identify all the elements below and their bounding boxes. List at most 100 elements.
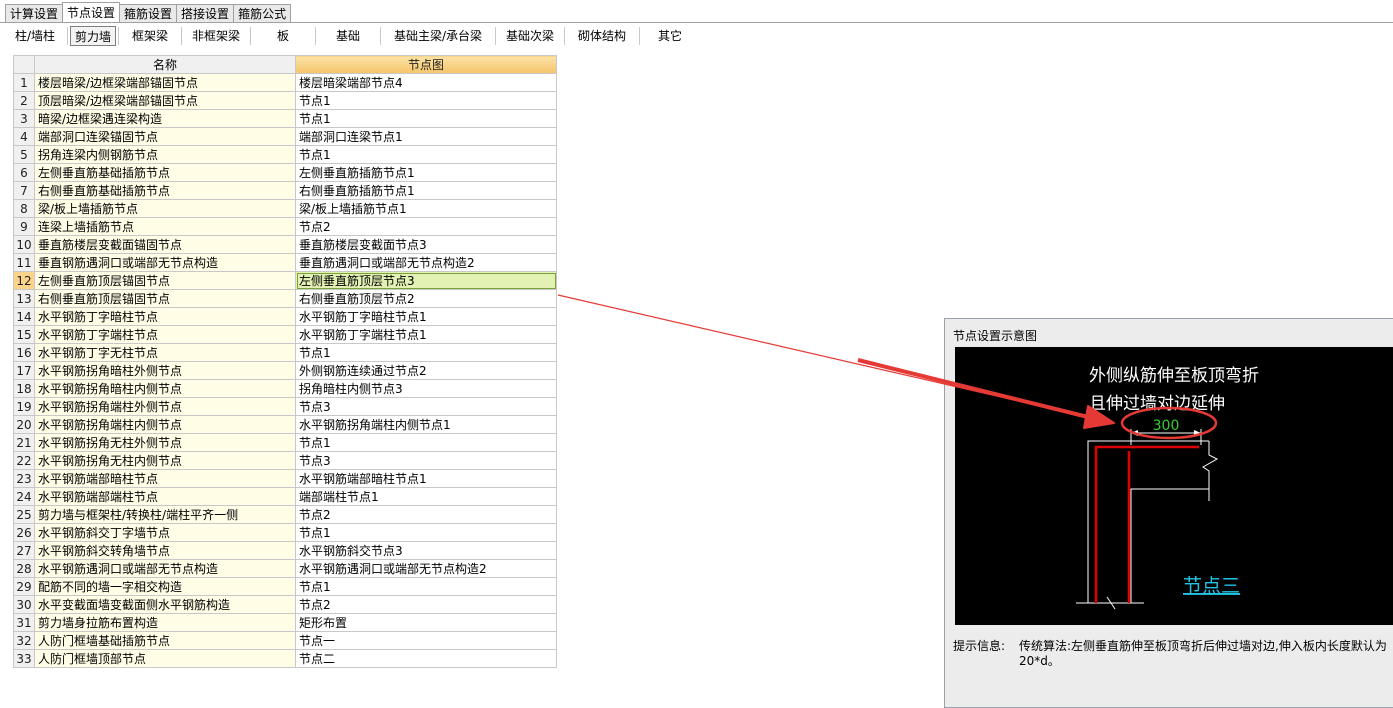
table-row[interactable]: 24 水平钢筋端部端柱节点 端部端柱节点1 xyxy=(13,487,557,506)
table-row[interactable]: 12 左侧垂直筋顶层锚固节点 左侧垂直筋顶层节点3 xyxy=(13,271,557,290)
node-value-cell[interactable]: 节点1 xyxy=(295,433,557,452)
node-value-cell[interactable]: 节点一 xyxy=(295,631,557,650)
table-row[interactable]: 4 端部洞口连梁锚固节点 端部洞口连梁节点1 xyxy=(13,127,557,146)
subtab-4[interactable]: 非框架梁 xyxy=(184,26,248,46)
tab-5[interactable]: 箍筋公式 xyxy=(233,4,292,22)
table-row[interactable]: 17 水平钢筋拐角暗柱外侧节点 外侧钢筋连续通过节点2 xyxy=(13,361,557,380)
subtab-10[interactable]: 其它 xyxy=(642,26,698,46)
table-row[interactable]: 16 水平钢筋丁字无柱节点 节点1 xyxy=(13,343,557,362)
node-value-cell[interactable]: 左侧垂直筋顶层节点3 xyxy=(295,271,557,290)
row-number: 11 xyxy=(13,253,35,272)
table-row[interactable]: 18 水平钢筋拐角暗柱内侧节点 拐角暗柱内侧节点3 xyxy=(13,379,557,398)
node-value-cell[interactable]: 垂直筋遇洞口或端部无节点构造2 xyxy=(295,253,557,272)
table-row[interactable]: 21 水平钢筋拐角无柱外侧节点 节点1 xyxy=(13,433,557,452)
subtab-5[interactable]: 板 xyxy=(253,26,313,46)
node-value-cell[interactable]: 节点2 xyxy=(295,505,557,524)
tab-2[interactable]: 节点设置 xyxy=(62,2,121,22)
table-row[interactable]: 26 水平钢筋斜交丁字墙节点 节点1 xyxy=(13,523,557,542)
table-row[interactable]: 2 顶层暗梁/边框梁端部锚固节点 节点1 xyxy=(13,91,557,110)
row-number: 5 xyxy=(13,145,35,164)
node-value-cell[interactable]: 节点3 xyxy=(295,451,557,470)
row-number: 20 xyxy=(13,415,35,434)
table-row[interactable]: 20 水平钢筋拐角端柱内侧节点 水平钢筋拐角端柱内侧节点1 xyxy=(13,415,557,434)
node-value-cell[interactable]: 水平钢筋端部暗柱节点1 xyxy=(295,469,557,488)
node-name-cell: 右侧垂直筋顶层锚固节点 xyxy=(34,289,296,308)
node-value-cell[interactable]: 右侧垂直筋顶层节点2 xyxy=(295,289,557,308)
node-name-cell: 配筋不同的墙一字相交构造 xyxy=(34,577,296,596)
node-name-cell: 水平钢筋丁字暗柱节点 xyxy=(34,307,296,326)
node-value-cell[interactable]: 节点1 xyxy=(295,145,557,164)
node-value-cell[interactable]: 节点1 xyxy=(295,523,557,542)
table-row[interactable]: 31 剪力墙身拉筋布置构造 矩形布置 xyxy=(13,613,557,632)
subtab-8[interactable]: 基础次梁 xyxy=(498,26,562,46)
node-value-cell[interactable]: 端部端柱节点1 xyxy=(295,487,557,506)
diagram-caption-line1: 外侧纵筋伸至板顶弯折 xyxy=(1089,366,1259,386)
table-row[interactable]: 15 水平钢筋丁字端柱节点 水平钢筋丁字端柱节点1 xyxy=(13,325,557,344)
node-value-cell[interactable]: 梁/板上墙插筋节点1 xyxy=(295,199,557,218)
column-header-node[interactable]: 节点图 xyxy=(295,55,557,74)
node-value-cell[interactable]: 节点二 xyxy=(295,649,557,668)
row-number: 22 xyxy=(13,451,35,470)
table-row[interactable]: 3 暗梁/边框梁遇连梁构造 节点1 xyxy=(13,109,557,128)
node-value-cell[interactable]: 节点3 xyxy=(295,397,557,416)
node-value-cell[interactable]: 节点2 xyxy=(295,217,557,236)
node-caption[interactable]: 节点三 xyxy=(1183,575,1240,597)
node-value-cell[interactable]: 拐角暗柱内侧节点3 xyxy=(295,379,557,398)
hint-text: 传统算法:左侧垂直筋伸至板顶弯折后伸过墙对边,伸入板内长度默认为20*d。 xyxy=(1019,639,1387,668)
tab-4[interactable]: 搭接设置 xyxy=(176,4,235,22)
node-settings-table: 名称 节点图 1 楼层暗梁/边框梁端部锚固节点 楼层暗梁端部节点4 2 顶层暗梁/边框梁… xyxy=(13,55,557,668)
node-value-cell[interactable]: 左侧垂直筋插筋节点1 xyxy=(295,163,557,182)
node-value-cell[interactable]: 矩形布置 xyxy=(295,613,557,632)
table-row[interactable]: 14 水平钢筋丁字暗柱节点 水平钢筋丁字暗柱节点1 xyxy=(13,307,557,326)
table-row[interactable]: 8 梁/板上墙插筋节点 梁/板上墙插筋节点1 xyxy=(13,199,557,218)
table-row[interactable]: 7 右侧垂直筋基础插筋节点 右侧垂直筋插筋节点1 xyxy=(13,181,557,200)
node-value-cell[interactable]: 节点2 xyxy=(295,595,557,614)
node-value-cell[interactable]: 水平钢筋拐角端柱内侧节点1 xyxy=(295,415,557,434)
subtab-9[interactable]: 砌体结构 xyxy=(567,26,637,46)
tab-1[interactable]: 计算设置 xyxy=(5,4,64,22)
row-number: 9 xyxy=(13,217,35,236)
row-number: 33 xyxy=(13,649,35,668)
table-row[interactable]: 6 左侧垂直筋基础插筋节点 左侧垂直筋插筋节点1 xyxy=(13,163,557,182)
node-value-cell[interactable]: 节点1 xyxy=(295,109,557,128)
node-value-cell[interactable]: 垂直筋楼层变截面节点3 xyxy=(295,235,557,254)
node-value-cell[interactable]: 右侧垂直筋插筋节点1 xyxy=(295,181,557,200)
table-row[interactable]: 25 剪力墙与框架柱/转换柱/端柱平齐一侧 节点2 xyxy=(13,505,557,524)
table-row[interactable]: 23 水平钢筋端部暗柱节点 水平钢筋端部暗柱节点1 xyxy=(13,469,557,488)
table-row[interactable]: 27 水平钢筋斜交转角墙节点 水平钢筋斜交节点3 xyxy=(13,541,557,560)
table-row[interactable]: 30 水平变截面墙变截面侧水平钢筋构造 节点2 xyxy=(13,595,557,614)
table-row[interactable]: 32 人防门框墙基础插筋节点 节点一 xyxy=(13,631,557,650)
node-value-cell[interactable]: 端部洞口连梁节点1 xyxy=(295,127,557,146)
row-number: 23 xyxy=(13,469,35,488)
dimension-value: 300 xyxy=(1153,418,1180,434)
node-value-cell[interactable]: 水平钢筋丁字端柱节点1 xyxy=(295,325,557,344)
table-row[interactable]: 29 配筋不同的墙一字相交构造 节点1 xyxy=(13,577,557,596)
row-number-header xyxy=(13,55,35,74)
node-value-cell[interactable]: 楼层暗梁端部节点4 xyxy=(295,73,557,92)
table-row[interactable]: 22 水平钢筋拐角无柱内侧节点 节点3 xyxy=(13,451,557,470)
table-row[interactable]: 33 人防门框墙顶部节点 节点二 xyxy=(13,649,557,668)
subtab-1[interactable]: 柱/墙柱 xyxy=(5,26,65,46)
table-row[interactable]: 19 水平钢筋拐角端柱外侧节点 节点3 xyxy=(13,397,557,416)
subtab-6[interactable]: 基础 xyxy=(318,26,378,46)
node-value-cell[interactable]: 节点1 xyxy=(295,343,557,362)
table-row[interactable]: 13 右侧垂直筋顶层锚固节点 右侧垂直筋顶层节点2 xyxy=(13,289,557,308)
table-row[interactable]: 10 垂直筋楼层变截面锚固节点 垂直筋楼层变截面节点3 xyxy=(13,235,557,254)
node-value-cell[interactable]: 水平钢筋遇洞口或端部无节点构造2 xyxy=(295,559,557,578)
subtab-3[interactable]: 框架梁 xyxy=(121,26,179,46)
table-row[interactable]: 9 连梁上墙插筋节点 节点2 xyxy=(13,217,557,236)
node-value-cell[interactable]: 水平钢筋斜交节点3 xyxy=(295,541,557,560)
table-row[interactable]: 11 垂直钢筋遇洞口或端部无节点构造 垂直筋遇洞口或端部无节点构造2 xyxy=(13,253,557,272)
column-header-name[interactable]: 名称 xyxy=(34,55,296,74)
node-value-cell[interactable]: 节点1 xyxy=(295,91,557,110)
subtab-2[interactable]: 剪力墙 xyxy=(70,26,116,46)
table-row[interactable]: 1 楼层暗梁/边框梁端部锚固节点 楼层暗梁端部节点4 xyxy=(13,73,557,92)
table-row[interactable]: 28 水平钢筋遇洞口或端部无节点构造 水平钢筋遇洞口或端部无节点构造2 xyxy=(13,559,557,578)
node-value-cell[interactable]: 外侧钢筋连续通过节点2 xyxy=(295,361,557,380)
tab-3[interactable]: 箍筋设置 xyxy=(119,4,178,22)
node-value-cell[interactable]: 水平钢筋丁字暗柱节点1 xyxy=(295,307,557,326)
subtab-7[interactable]: 基础主梁/承台梁 xyxy=(383,26,493,46)
node-value-cell[interactable]: 节点1 xyxy=(295,577,557,596)
node-name-cell: 垂直钢筋遇洞口或端部无节点构造 xyxy=(34,253,296,272)
table-row[interactable]: 5 拐角连梁内侧钢筋节点 节点1 xyxy=(13,145,557,164)
